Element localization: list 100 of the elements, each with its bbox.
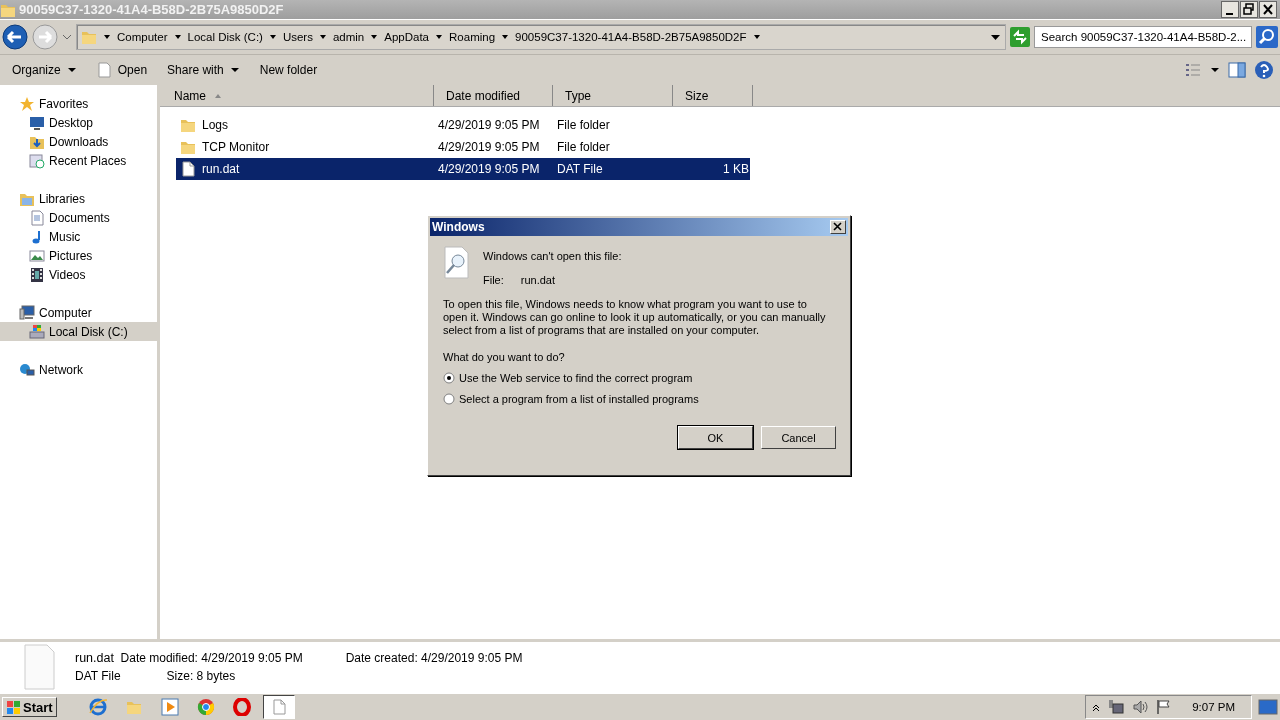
folder-icon	[180, 117, 196, 133]
sidebar-item[interactable]: Local Disk (C:)	[0, 322, 157, 341]
caret-icon	[370, 33, 379, 41]
breadcrumb[interactable]: AppData	[384, 31, 430, 43]
sidebar-group[interactable]: Computer	[0, 303, 157, 322]
disk-drive-icon	[29, 323, 45, 340]
preview-pane-icon	[1228, 62, 1246, 78]
computer-icon	[19, 304, 35, 321]
help-icon	[1254, 60, 1274, 80]
recent-places-icon	[29, 152, 45, 169]
file-name: Logs	[202, 118, 229, 132]
restore-icon	[1240, 1, 1258, 18]
file-label: File:	[483, 274, 504, 286]
file-type: DAT File	[75, 669, 121, 683]
network-icon	[19, 361, 35, 378]
sidebar-group[interactable]: Libraries	[0, 189, 157, 208]
caret-icon	[66, 66, 77, 74]
column-header[interactable]: Type	[553, 85, 673, 106]
folder-icon	[81, 29, 97, 45]
breadcrumb[interactable]: admin	[332, 31, 365, 43]
file-row[interactable]: run.dat 4/29/2019 9:05 PM DAT File 1 KB	[176, 158, 750, 180]
document-icon	[180, 161, 196, 177]
dialog-heading: Windows can't open this file:	[483, 250, 622, 262]
caret-icon	[229, 66, 240, 74]
dialog-message: To open this file, Windows needs to know what program you want to use to open it. Windows can go online to look it up automatically, or you can manually select from a list of programs that are installed on your computer.	[443, 298, 827, 337]
chevron-up-icon	[1092, 702, 1101, 712]
caret-icon	[268, 33, 277, 41]
network-icon	[1108, 699, 1125, 715]
detail-text: Date created: 4/29/2019 9:05 PM	[345, 651, 523, 665]
play-icon	[160, 698, 179, 716]
table-cell-text: 4/29/2019 9:05 PM	[438, 118, 541, 132]
caret-icon	[1210, 66, 1220, 74]
circle-logo-icon	[196, 698, 215, 716]
minimize-icon	[1221, 1, 1239, 18]
sidebar-item[interactable]: Videos	[0, 265, 157, 284]
film-icon	[29, 266, 45, 283]
sidebar-item[interactable]: Pictures	[0, 246, 157, 265]
sidebar-item[interactable]: Recent Places	[0, 151, 157, 170]
address-bar[interactable]: Computer Local Disk (C:) Users admin AppData Roaming 90059C37-1320-41A4-B58D-2B75A9850D2F	[76, 24, 1006, 50]
detail-text: Date modified: 4/29/2019 9:05 PM	[120, 651, 303, 665]
table-cell-text: DAT File	[557, 162, 604, 176]
close-icon	[831, 221, 844, 232]
clock[interactable]: 9:07 PM	[1192, 701, 1235, 713]
dialog-title: Windows	[432, 220, 486, 234]
column-header[interactable]: Date modified	[434, 85, 553, 106]
file-name: run.dat	[520, 274, 556, 286]
table-cell-text: File folder	[557, 140, 611, 154]
document-icon	[96, 62, 112, 78]
globe-icon	[88, 698, 107, 716]
speaker-icon	[1132, 699, 1149, 715]
breadcrumb[interactable]: Local Disk (C:)	[187, 31, 263, 43]
sidebar-group[interactable]: Network	[0, 360, 157, 379]
folder-icon	[180, 139, 196, 155]
toolbar-button[interactable]: Share with	[161, 60, 246, 80]
breadcrumb[interactable]: Roaming	[449, 31, 496, 43]
table-cell-text: 4/29/2019 9:05 PM	[438, 162, 541, 176]
file-name: run.dat	[75, 651, 115, 665]
dialog-button[interactable]: Cancel	[761, 426, 836, 449]
file-name: run.dat	[202, 162, 240, 176]
table-cell: 1 KB	[723, 162, 749, 176]
flag-icon	[1156, 699, 1171, 715]
caret-icon	[435, 33, 444, 41]
show-desktop-icon	[1258, 697, 1278, 717]
dialog-button[interactable]: OK	[678, 426, 753, 449]
file-row[interactable]: TCP Monitor 4/29/2019 9:05 PM File folder	[176, 136, 750, 158]
breadcrumb[interactable]: Computer	[117, 31, 168, 43]
refresh-icon	[1010, 27, 1030, 47]
sidebar-group[interactable]: Favorites	[0, 94, 157, 113]
toolbar-button[interactable]: Open	[90, 59, 154, 81]
file-name: TCP Monitor	[202, 140, 270, 154]
breadcrumb[interactable]: Users	[282, 31, 313, 43]
folder-icon	[125, 699, 142, 715]
sidebar-item[interactable]: Documents	[0, 208, 157, 227]
document-icon	[29, 209, 45, 226]
close-button[interactable]	[830, 220, 846, 234]
sidebar-item[interactable]: Desktop	[0, 113, 157, 132]
start-button[interactable]: Start	[2, 697, 57, 717]
breadcrumb[interactable]: 90059C37-1320-41A4-B58D-2B75A9850D2F	[515, 31, 747, 43]
search-field[interactable]: Search 90059C37-1320-41A4-B58D-2...	[1034, 26, 1252, 48]
picture-icon	[29, 247, 45, 264]
file-magnifier-icon	[443, 246, 471, 280]
sidebar-item[interactable]: Music	[0, 227, 157, 246]
sidebar-item[interactable]: Downloads	[0, 132, 157, 151]
radio-option[interactable]: Use the Web service to find the correct program	[443, 367, 836, 388]
star-icon	[19, 95, 35, 112]
table-cell-text: File folder	[557, 118, 611, 132]
caret-icon	[103, 33, 111, 41]
windows-logo-icon	[6, 699, 21, 715]
file-row[interactable]: Logs 4/29/2019 9:05 PM File folder	[176, 114, 750, 136]
caret-icon	[318, 33, 327, 41]
toolbar-button[interactable]: New folder	[253, 60, 324, 80]
radio-option[interactable]: Select a program from a list of installed programs	[443, 388, 836, 409]
document-icon	[270, 699, 287, 715]
detail-text: Size: 8 bytes	[166, 669, 237, 683]
column-header[interactable]: Size	[673, 85, 753, 106]
taskbar-button[interactable]	[262, 695, 295, 719]
column-header[interactable]: Name	[162, 85, 434, 106]
window-title: 90059C37-1320-41A4-B58D-2B75A9850D2F	[19, 2, 285, 17]
caret-icon	[501, 33, 510, 41]
toolbar-button[interactable]: Organize	[6, 60, 83, 80]
